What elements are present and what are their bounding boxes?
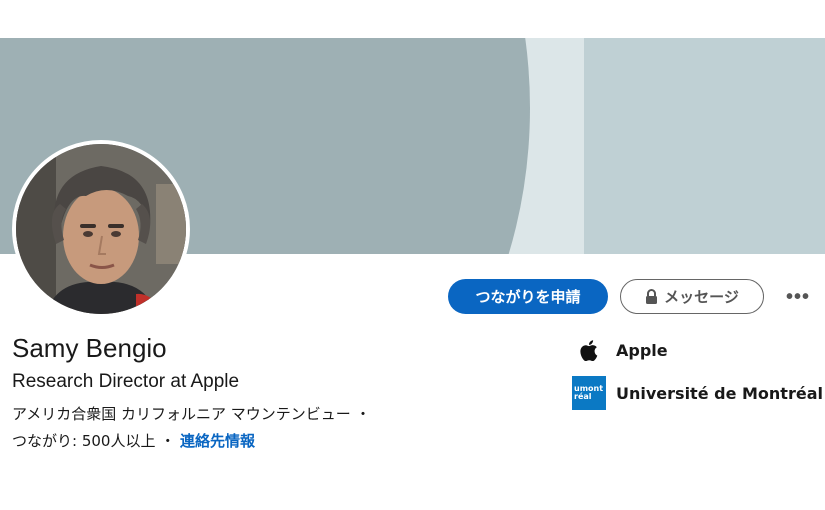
apple-logo-icon — [572, 338, 606, 362]
profile-headline: Research Director at Apple — [12, 371, 240, 392]
udem-logo: umont réal — [572, 376, 606, 410]
org-umontreal[interactable]: umont réal Université de Montréal — [572, 376, 823, 410]
profile-avatar[interactable] — [12, 140, 190, 318]
message-button[interactable]: メッセージ — [620, 279, 764, 314]
org-umontreal-name: Université de Montréal — [616, 383, 823, 403]
connections-count: つながり: 500人以上 ・ — [12, 432, 176, 450]
contact-info-link[interactable]: 連絡先情報 — [180, 432, 255, 450]
lock-icon — [646, 289, 658, 304]
message-button-label: メッセージ — [664, 288, 739, 306]
profile-name: Samy Bengio — [12, 333, 167, 363]
profile-location: アメリカ合衆国 カリフォルニア マウンテンビュー ・ — [12, 405, 371, 423]
connect-button[interactable]: つながりを申請 — [448, 279, 608, 314]
org-apple[interactable]: Apple — [572, 338, 668, 362]
profile-connections-row: つながり: 500人以上 ・ 連絡先情報 — [12, 430, 255, 451]
avatar-image — [16, 144, 186, 314]
udem-logo-line-2: réal — [574, 392, 592, 401]
more-actions-button[interactable]: ••• — [778, 282, 818, 312]
org-apple-name: Apple — [616, 340, 668, 360]
banner-panel — [584, 38, 825, 254]
